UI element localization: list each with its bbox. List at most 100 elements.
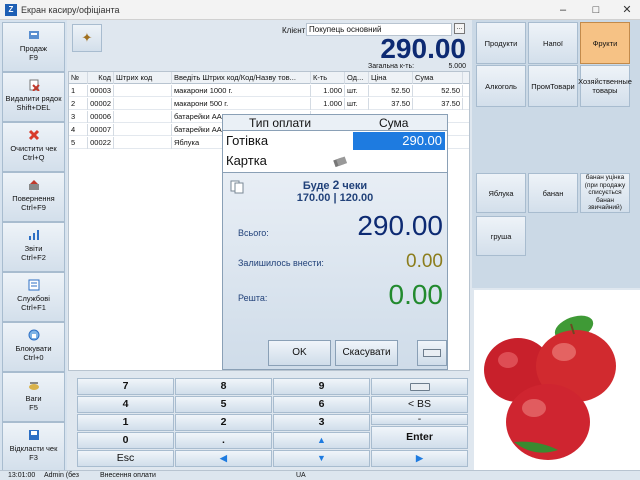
service-icon [28,279,40,291]
delete-row-icon [28,79,40,92]
category-industrial[interactable]: ПромТовари [528,65,578,107]
remaining-label: Залишилось внести: [238,258,324,268]
key-0[interactable]: 0 [77,432,174,449]
app-icon: Z [5,4,17,16]
right-arrow-key[interactable]: ▶ [371,450,468,467]
magic-wand-icon: ✦ [81,30,93,45]
receipt-total: 290.00 [380,33,466,64]
change-label: Решта: [238,293,268,303]
keyboard-button[interactable] [417,340,447,366]
product-pear[interactable]: груша [476,216,526,256]
return-button[interactable]: Повернення Ctrl+F9 [2,172,65,222]
total-qty-value: 5.000 [448,63,466,70]
postpone-button[interactable]: Відкласти чек F3 [2,422,65,472]
total-qty-label: Загальна к-ть: [368,63,415,70]
column-header[interactable]: Штрих код [114,72,172,84]
column-header[interactable]: К-ть [311,72,345,84]
close-button[interactable]: ✕ [616,2,638,18]
payment-total-label: Всього: [238,228,269,238]
key-3[interactable]: 3 [273,414,370,431]
column-header[interactable]: Код [88,72,114,84]
column-header[interactable]: Сума [413,72,463,84]
key-6[interactable]: 6 [273,396,370,413]
enter-key[interactable]: Enter [371,426,468,449]
key-1[interactable]: 1 [77,414,174,431]
key-5[interactable]: 5 [175,396,272,413]
payment-method-cash[interactable]: Готівка 290.00 [223,131,447,151]
receipts-count-text: Буде 2 чеки [302,178,368,192]
payment-table-header: Тип оплати Сума [222,114,448,131]
category-fruits[interactable]: Фрукти [580,22,630,64]
receipts-icon [230,180,244,194]
cash-amount-field[interactable]: 290.00 [353,132,445,150]
change-value: 0.00 [388,279,444,310]
table-row[interactable]: 1 00003 макарони 1000 г. 1.000 шт. 52.50… [69,85,469,97]
product-apples[interactable]: Яблука [476,173,526,213]
remaining-value: 0.00 [406,251,443,272]
client-label: Клієнт: [282,26,308,35]
category-drinks[interactable]: Напої [528,22,578,64]
lock-button[interactable]: Блокувати Ctrl+0 [2,322,65,372]
tools-button[interactable]: ✦ [72,24,102,52]
card-icon [333,154,348,168]
arrow-left-icon: ◀ [220,453,227,463]
ok-button[interactable]: OK [268,340,331,366]
product-banana-discount[interactable]: банан уцінка (при продажу списується бан… [580,173,630,213]
receipts-amounts: 170.00 | 120.00 [296,192,374,204]
arrow-right-icon: ▶ [416,453,423,463]
status-mode: Внесення оплати [100,472,156,479]
postpone-icon [28,429,40,441]
return-icon [28,179,40,191]
status-time: 13:01:00 [8,472,36,479]
title-bar: Z Екран касиру/офіціанта – □ ✕ [0,0,640,20]
column-header[interactable]: Ціна [369,72,413,84]
payment-method-card[interactable]: Картка [223,151,447,171]
minimize-button[interactable]: – [552,2,574,18]
delete-row-button[interactable]: Видалити рядок Shift+DEL [2,72,65,122]
product-image-apples [474,290,640,470]
cancel-button[interactable]: Скасувати [335,340,398,366]
reports-button[interactable]: Звіти Ctrl+F2 [2,222,65,272]
payment-sum-header: Сума [379,116,409,130]
window-title: Екран касиру/офіціанта [21,5,120,15]
key-8[interactable]: 8 [175,378,272,395]
esc-key[interactable]: Esc [77,450,174,467]
key-9[interactable]: 9 [273,378,370,395]
keyboard-icon [409,383,430,391]
card-amount-field[interactable] [353,152,445,170]
category-alcohol[interactable]: Алкоголь [476,65,526,107]
up-arrow-key[interactable]: ▲ [273,432,370,449]
scales-icon [28,379,40,391]
key-7[interactable]: 7 [77,378,174,395]
status-user: Admin (без [44,472,79,479]
key-dot[interactable]: . [175,432,272,449]
column-header[interactable]: № [69,72,88,84]
service-button[interactable]: Службові Ctrl+F1 [2,272,65,322]
keyboard-key[interactable] [371,378,468,395]
minus-key[interactable]: - [371,414,468,425]
left-arrow-key[interactable]: ◀ [175,450,272,467]
clear-receipt-icon [28,129,40,141]
lock-icon [28,329,40,341]
sale-icon [28,29,40,41]
payment-methods-table: Готівка 290.00 Картка [222,131,448,173]
maximize-button[interactable]: □ [585,2,607,18]
backspace-key[interactable]: < BS [371,396,468,413]
left-menu: Продаж F9 Видалити рядок Shift+DEL Очист… [0,20,67,472]
table-header: № Код Штрих код Введіть Штрих код/Код/На… [69,72,469,84]
scales-button[interactable]: Ваги F5 [2,372,65,422]
sale-button[interactable]: Продаж F9 [2,22,65,72]
product-banana[interactable]: банан [528,173,578,213]
down-arrow-key[interactable]: ▼ [273,450,370,467]
column-header[interactable]: Введіть Штрих код/Код/Назву тов... [172,72,311,84]
payment-total-value: 290.00 [357,210,443,241]
status-language: UA [296,472,306,479]
key-2[interactable]: 2 [175,414,272,431]
numpad: 7 8 9 4 5 6 < BS 1 2 3 - 0 . ▲ Enter Esc… [68,377,470,469]
key-4[interactable]: 4 [77,396,174,413]
category-household[interactable]: Хозяйственные товары [578,65,632,107]
category-products[interactable]: Продукти [476,22,526,64]
clear-receipt-button[interactable]: Очистити чек Ctrl+Q [2,122,65,172]
column-header[interactable]: Од... [345,72,369,84]
table-row[interactable]: 2 00002 макарони 500 г. 1.000 шт. 37.50 … [69,98,469,110]
